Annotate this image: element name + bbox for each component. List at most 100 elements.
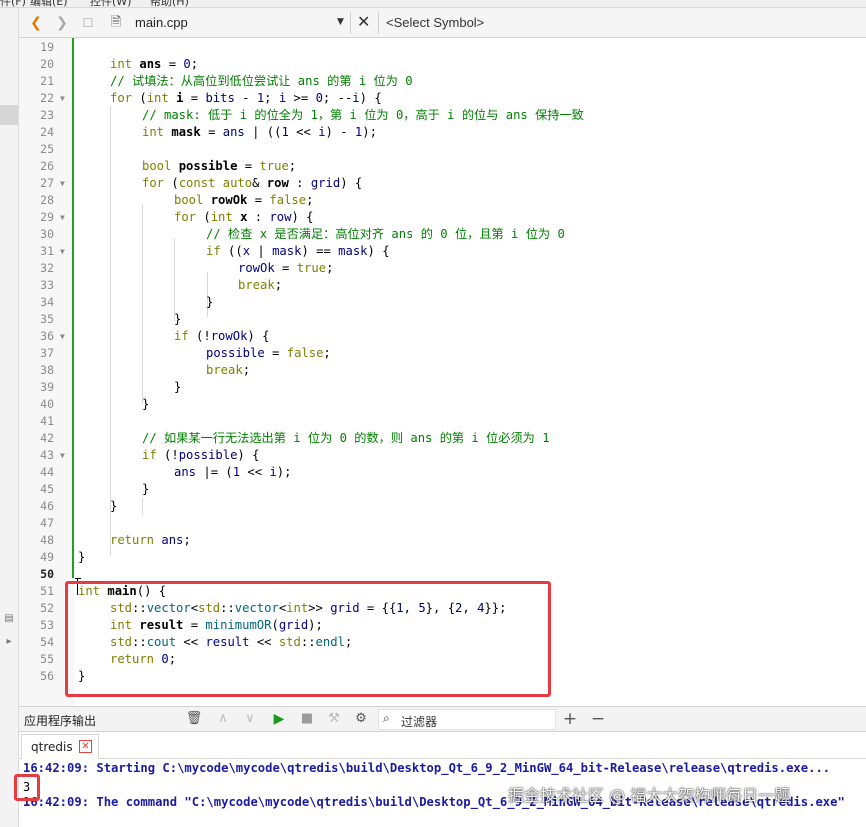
line-number: 21: [40, 74, 54, 88]
debug-icon[interactable]: ⚒: [325, 710, 343, 728]
code-line[interactable]: 39}: [19, 379, 866, 396]
chevron-down-icon[interactable]: ∨: [241, 710, 259, 728]
fold-arrow-icon[interactable]: ▼: [60, 328, 65, 345]
code-line[interactable]: 51 int main() {: [19, 583, 866, 600]
code-text: return 0;: [110, 652, 177, 666]
file-selector[interactable]: main.cpp: [135, 15, 188, 30]
output-tab-qtredis[interactable]: qtredis ✕: [21, 734, 99, 759]
code-line[interactable]: 56}: [19, 668, 866, 685]
code-line[interactable]: 42 // 如果某一行无法选出第 i 位为 0 的数，则 ans 的第 i 位必须…: [19, 430, 866, 447]
code-line[interactable]: 36 ▼ if (!rowOk) {: [19, 328, 866, 345]
menu-item-edit[interactable]: 编辑(E): [30, 0, 68, 7]
symbol-selector[interactable]: <Select Symbol>: [386, 15, 484, 30]
code-line[interactable]: 27 ▼ for (const auto& row : grid) {: [19, 175, 866, 192]
code-line[interactable]: 47: [19, 515, 866, 532]
run-icon[interactable]: ▶: [270, 710, 288, 728]
line-number: 35: [40, 312, 54, 326]
code-text: ans |= (1 << i);: [174, 465, 292, 479]
code-line[interactable]: 31 ▼ if ((x | mask) == mask) {: [19, 243, 866, 260]
line-number: 53: [40, 618, 54, 632]
line-number: 43: [40, 448, 54, 462]
toolbar-divider: [350, 12, 351, 34]
filter-input[interactable]: ⌕ 过滤器: [378, 709, 556, 730]
line-number: 20: [40, 57, 54, 71]
code-text: possible = false;: [206, 346, 331, 360]
code-line[interactable]: 38 break;: [19, 362, 866, 379]
fold-arrow-icon[interactable]: ▼: [60, 243, 65, 260]
code-line[interactable]: 53 int result = minimumOR(grid);: [19, 617, 866, 634]
code-line[interactable]: 22 ▼ for (int i = bits - 1; i >= 0; --i) {: [19, 90, 866, 107]
code-line[interactable]: 45}: [19, 481, 866, 498]
code-text: for (int i = bits - 1; i >= 0; --i) {: [110, 91, 382, 105]
code-text: if ((x | mask) == mask) {: [206, 244, 390, 258]
code-line[interactable]: 26 bool possible = true;: [19, 158, 866, 175]
code-line[interactable]: 35}: [19, 311, 866, 328]
code-line[interactable]: 37 possible = false;: [19, 345, 866, 362]
code-line[interactable]: 19: [19, 39, 866, 56]
code-line[interactable]: 34}: [19, 294, 866, 311]
code-text: break;: [206, 363, 251, 377]
trash-icon[interactable]: 🗑: [185, 710, 203, 728]
forward-arrow-icon[interactable]: ❯: [53, 14, 71, 32]
menu-item-help[interactable]: 帮助(H): [150, 0, 189, 7]
code-line[interactable]: 41: [19, 413, 866, 430]
panel-toggle-icon[interactable]: ▤: [0, 613, 18, 627]
line-number: 27: [40, 176, 54, 190]
code-line[interactable]: 44 ans |= (1 << i);: [19, 464, 866, 481]
watermark-text: 掘金技术社区 @ 福大大架构师每日一题: [508, 786, 791, 805]
code-line[interactable]: 54 std::cout << result << std::endl;: [19, 634, 866, 651]
line-number: 52: [40, 601, 54, 615]
fold-arrow-icon[interactable]: ▼: [60, 447, 65, 464]
line-number: 39: [40, 380, 54, 394]
code-line[interactable]: 49}: [19, 549, 866, 566]
code-text: }: [78, 669, 86, 683]
line-number: 22: [40, 91, 54, 105]
output-tab-bar: qtredis ✕: [19, 732, 866, 759]
fold-arrow-icon[interactable]: ▼: [60, 90, 65, 107]
line-number: 19: [40, 40, 54, 54]
code-line[interactable]: 20 int ans = 0;: [19, 56, 866, 73]
plus-icon[interactable]: +: [561, 710, 579, 728]
code-line[interactable]: 40}: [19, 396, 866, 413]
fold-arrow-icon[interactable]: ▼: [60, 175, 65, 192]
code-line[interactable]: 48 return ans;: [19, 532, 866, 549]
fold-arrow-icon[interactable]: ▼: [60, 209, 65, 226]
gear-icon[interactable]: ⚙: [352, 710, 370, 728]
code-text: }: [174, 312, 182, 326]
code-editor[interactable]: 19 20 int ans = 0; 21 // 试填法：从高位到低位尝试让 ans 的…: [19, 38, 866, 706]
mode-sidebar-selected-item[interactable]: [0, 105, 18, 125]
code-line[interactable]: 55 return 0;: [19, 651, 866, 668]
menu-item-widgets[interactable]: 控件(W): [90, 0, 131, 7]
line-number: 47: [40, 516, 54, 530]
code-line[interactable]: 23 // mask: 低于 i 的位全为 1，第 i 位为 0，高于 i 的位与…: [19, 107, 866, 124]
stop-icon[interactable]: ■: [298, 710, 316, 728]
line-number: 55: [40, 652, 54, 666]
dropdown-icon[interactable]: ▼: [337, 17, 344, 27]
code-line[interactable]: 21 // 试填法：从高位到低位尝试让 ans 的第 i 位为 0: [19, 73, 866, 90]
menu-item-file[interactable]: 件(F): [0, 0, 26, 7]
code-line[interactable]: 43 ▼ if (!possible) {: [19, 447, 866, 464]
lock-icon[interactable]: ☐: [79, 14, 97, 32]
close-icon[interactable]: ✕: [357, 12, 370, 31]
code-line[interactable]: 29 ▼ for (int x : row) {: [19, 209, 866, 226]
code-text: rowOk = true;: [238, 261, 334, 275]
code-line[interactable]: 30 // 检查 x 是否满足：高位对齐 ans 的 0 位，且第 i 位为 0: [19, 226, 866, 243]
code-line[interactable]: 50: [19, 566, 866, 583]
code-text: }: [142, 482, 150, 496]
code-line[interactable]: 28 bool rowOk = false;: [19, 192, 866, 209]
code-line[interactable]: 46}: [19, 498, 866, 515]
close-icon[interactable]: ✕: [79, 740, 92, 753]
back-arrow-icon[interactable]: ❮: [27, 14, 45, 32]
panel-toggle-icon-2[interactable]: ▸: [0, 636, 18, 650]
chevron-up-icon[interactable]: ∧: [214, 710, 232, 728]
code-line[interactable]: 33 break;: [19, 277, 866, 294]
code-text: bool possible = true;: [142, 159, 297, 173]
line-number: 50: [40, 567, 54, 581]
code-line[interactable]: 32 rowOk = true;: [19, 260, 866, 277]
code-line[interactable]: 24 int mask = ans | ((1 << i) - 1);: [19, 124, 866, 141]
minus-icon[interactable]: −: [589, 710, 607, 728]
line-number: 54: [40, 635, 54, 649]
line-number: 38: [40, 363, 54, 377]
code-line[interactable]: 25: [19, 141, 866, 158]
code-line[interactable]: 52 std::vector<std::vector<int>> grid = {…: [19, 600, 866, 617]
